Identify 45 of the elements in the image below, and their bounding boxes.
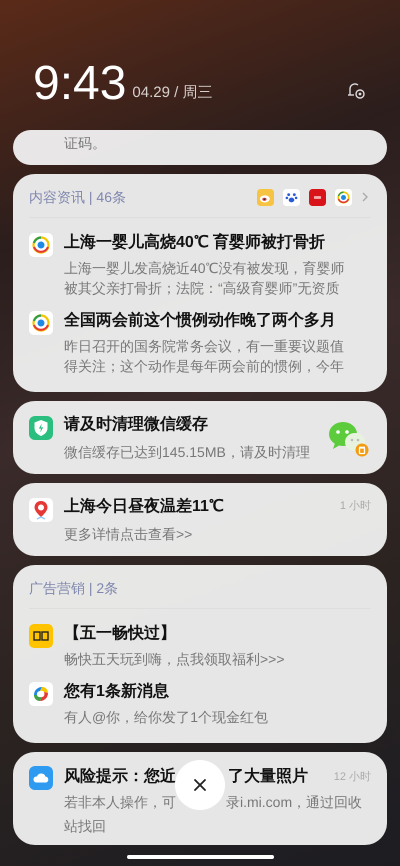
notification-card[interactable]: 上海今日昼夜温差11℃ 1 小时 更多详情点击查看>>	[13, 483, 387, 556]
notification-card[interactable]: 证码。	[13, 130, 387, 165]
notification-item[interactable]: 【五一畅快过】 畅快五天玩到嗨，点我领取福利>>>	[29, 623, 371, 669]
notification-title: 上海今日昼夜温差11℃	[64, 496, 224, 516]
eye-app-icon	[257, 188, 274, 206]
notification-body: 上海一婴儿发高烧近40℃没有被发现，育婴师被其父亲打骨折；法院：“高级育婴师”无资质	[64, 259, 346, 298]
notification-card[interactable]: 风险提示：您近 了大量照片 12 小时 若非本人操作，可 录i.mi.com，通过回收 站找回	[13, 752, 387, 845]
notification-card[interactable]: 请及时清理微信缓存 微信缓存已达到145.15MB，请及时清理	[13, 401, 387, 474]
notification-body: 站找回	[64, 817, 107, 836]
notification-time: 12 小时	[334, 770, 371, 785]
notification-time: 1 小时	[340, 499, 371, 514]
notification-title: 全国两会前这个惯例动作晚了两个多月	[64, 310, 337, 331]
notification-title: 【五一畅快过】	[64, 623, 177, 644]
clock-time: 9:43	[33, 60, 126, 108]
shield-app-icon	[29, 416, 53, 440]
cloud-app-icon	[29, 766, 53, 790]
notification-item[interactable]: 上海一婴儿高烧40℃ 育婴师被打骨折 上海一婴儿发高烧近40℃没有被发现，育婴师被其父亲打骨折；法院：“高级育婴师”无资质	[29, 232, 371, 298]
two-squares-app-icon	[29, 624, 53, 648]
notification-group-card[interactable]: 广告营销 | 2条 【五一畅快过】 畅快五天玩到嗨，点我领取福利>>> 您有1条新消息 有人@你，给你发了1个现金红包	[13, 565, 387, 743]
notification-item[interactable]: 您有1条新消息 有人@你，给你发了1个现金红包	[29, 681, 371, 727]
notification-title: 请及时清理微信缓存	[64, 414, 208, 434]
colorful-app-icon	[29, 682, 53, 706]
group-header: 内容资讯 | 46条	[29, 188, 126, 207]
notification-body: 若非本人操作，可	[64, 793, 176, 812]
notification-body: 微信缓存已达到145.15MB，请及时清理	[64, 442, 311, 462]
notification-title: 风险提示：您近	[64, 766, 176, 787]
notification-item[interactable]: 全国两会前这个惯例动作晚了两个多月 昨日召开的国务院常务会议，有一重要议题值得关注；这个动作是每年两会前的惯例，今年	[29, 310, 371, 376]
news-app-icon	[335, 188, 352, 206]
notification-title: 了大量照片	[228, 766, 308, 787]
notification-group-card[interactable]: 内容资讯 | 46条 上海一婴儿高烧40℃ 育婴师被打骨折 上海一婴儿发高烧近40℃没有被发现，育婴师被其父亲打骨折；法院：“高级育婴师”无资质 全国两会前这个惯例动作晚了两个多月 昨日召开的国务院常务会议，有一重要议题值得关注；这个动作是每年两会前的惯例，今年	[13, 174, 387, 392]
notification-body: 畅快五天玩到嗨，点我领取福利>>>	[64, 650, 286, 669]
square-app-icon	[309, 188, 326, 206]
notification-body: 有人@你，给你发了1个现金红包	[64, 708, 269, 727]
map-pin-app-icon	[29, 498, 53, 522]
notification-title: 您有1条新消息	[64, 681, 170, 702]
news-app-icon	[29, 311, 53, 335]
paw-app-icon	[283, 188, 300, 206]
notification-body: 昨日召开的国务院常务会议，有一重要议题值得关注；这个动作是每年两会前的惯例，今年	[64, 337, 345, 376]
notification-body: 录i.mi.com，通过回收	[226, 793, 362, 812]
notification-body: 更多详情点击查看>>	[64, 524, 194, 544]
news-app-icon	[29, 233, 53, 257]
notification-body: 证码。	[64, 134, 106, 153]
clock-date: 04.29 / 周三	[132, 82, 212, 102]
notification-title: 上海一婴儿高烧40℃ 育婴师被打骨折	[64, 232, 326, 253]
group-header: 广告营销 | 2条	[29, 578, 118, 598]
